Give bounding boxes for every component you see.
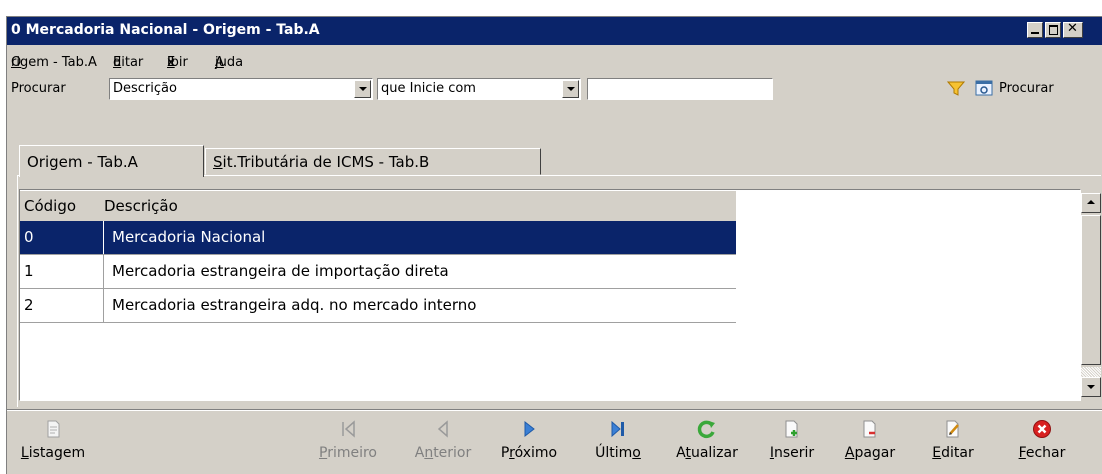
previous-icon <box>437 420 448 438</box>
title-bar[interactable]: 0 Mercadoria Nacional - Origem - Tab.A ✕ <box>7 17 1102 45</box>
next-icon <box>524 420 535 438</box>
close-red-icon <box>1033 420 1051 438</box>
main-window: 0 Mercadoria Nacional - Origem - Tab.A ✕… <box>6 16 1102 474</box>
scroll-down-button[interactable] <box>1081 377 1101 397</box>
scroll-up-button[interactable] <box>1081 193 1101 213</box>
chevron-down-icon[interactable] <box>562 80 579 98</box>
vertical-scrollbar[interactable] <box>1081 189 1101 401</box>
tab-origem[interactable]: Origem - Tab.A <box>19 145 204 177</box>
table-row[interactable]: 0 Mercadoria Nacional <box>20 221 736 255</box>
scroll-thumb[interactable] <box>1081 215 1101 365</box>
inserir-button[interactable]: Inserir <box>759 417 825 467</box>
apagar-button[interactable]: Apagar <box>837 417 903 467</box>
search-condition-select[interactable]: que Inicie com <box>377 78 581 100</box>
window-title: 0 Mercadoria Nacional - Origem - Tab.A <box>11 22 320 38</box>
ultimo-button[interactable]: Último <box>585 417 651 467</box>
atualizar-button[interactable]: Atualizar <box>667 417 747 467</box>
menu-bar: Origem - Tab.A Editar Ex ibir Ajuda <box>11 55 244 70</box>
table-row[interactable]: 1 Mercadoria estrangeira de importação d… <box>20 255 736 289</box>
grid-header: Código Descrição <box>20 191 736 221</box>
search-field-select[interactable]: Descrição <box>109 78 373 100</box>
scroll-track[interactable] <box>1081 367 1101 377</box>
document-icon <box>47 420 60 438</box>
search-label: Procurar <box>11 81 66 96</box>
column-header-codigo[interactable]: Código <box>24 197 76 215</box>
search-input[interactable] <box>587 78 773 100</box>
chevron-down-icon[interactable] <box>354 80 371 98</box>
edit-icon <box>946 420 959 438</box>
refresh-icon <box>697 420 715 439</box>
maximize-button[interactable] <box>1045 22 1061 38</box>
anterior-button[interactable]: Anterior <box>405 417 481 467</box>
table-row[interactable]: 2 Mercadoria estrangeira adq. no mercado… <box>20 289 736 323</box>
close-window-button[interactable]: ✕ <box>1063 21 1083 38</box>
data-grid: Código Descrição 0 Mercadoria Nacional 1… <box>19 189 1081 401</box>
primeiro-button[interactable]: Primeiro <box>313 417 383 467</box>
minimize-button[interactable] <box>1027 22 1043 38</box>
search-bar: Procurar Descrição que Inicie com Procur… <box>7 75 1102 103</box>
fechar-button[interactable]: Fechar <box>1009 417 1075 467</box>
tab-sit-tributaria[interactable]: Sit.Tributária de ICMS - Tab.B <box>205 148 541 175</box>
delete-icon <box>863 420 876 438</box>
search-window-icon <box>975 80 993 96</box>
proximo-button[interactable]: Próximo <box>491 417 567 467</box>
close-icon: ✕ <box>1067 21 1078 36</box>
column-header-descricao[interactable]: Descrição <box>104 197 178 215</box>
insert-icon <box>785 420 798 438</box>
toolbar-separator <box>7 409 1102 411</box>
tab-strip: Origem - Tab.A Sit.Tributária de ICMS - … <box>19 145 1099 177</box>
listagem-button[interactable]: Listagem <box>13 417 93 467</box>
funnel-icon[interactable] <box>947 81 965 97</box>
editar-button[interactable]: Editar <box>923 417 983 467</box>
first-icon <box>342 420 355 438</box>
last-icon <box>611 420 624 438</box>
